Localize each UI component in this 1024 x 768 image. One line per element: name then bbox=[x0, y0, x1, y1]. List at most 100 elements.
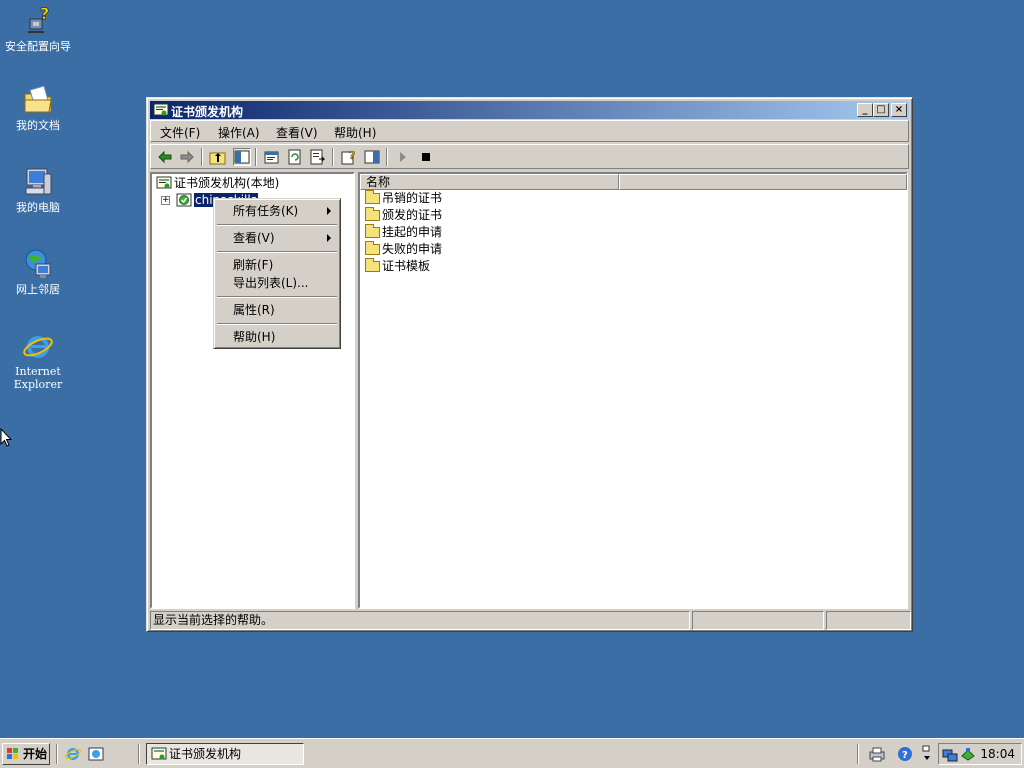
export-list-icon[interactable] bbox=[309, 148, 327, 166]
menu-item-label: 查看(V) bbox=[233, 231, 275, 245]
forward-icon[interactable] bbox=[178, 148, 196, 166]
quicklaunch-separator bbox=[138, 744, 140, 764]
desktop-icon-security-wizard[interactable]: ? 安全配置向导 bbox=[0, 4, 76, 53]
menu-item-label: 所有任务(K) bbox=[233, 204, 299, 218]
stop-service-icon[interactable] bbox=[417, 148, 435, 166]
refresh-icon[interactable] bbox=[286, 148, 304, 166]
desktop-icon-label: 我的文档 bbox=[16, 119, 60, 132]
status-text: 显示当前选择的帮助。 bbox=[150, 611, 690, 630]
desktop-icon-internet-explorer[interactable]: Internet Explorer bbox=[0, 330, 76, 391]
help-support-icon[interactable]: ? bbox=[896, 745, 914, 763]
minimize-icon: _ bbox=[862, 104, 868, 115]
printer-icon[interactable] bbox=[868, 745, 886, 763]
desktop-icon-label: Explorer bbox=[13, 378, 63, 391]
my-documents-icon bbox=[22, 84, 54, 116]
list-item[interactable]: 失败的申请 bbox=[365, 241, 442, 257]
certificate-authority-icon bbox=[156, 175, 172, 195]
folder-icon bbox=[365, 224, 380, 238]
menu-item-label: 帮助(H) bbox=[233, 330, 276, 344]
list-item[interactable]: 吊销的证书 bbox=[365, 190, 442, 206]
menu-action[interactable]: 操作(A) bbox=[218, 124, 260, 141]
desktop-icon-my-documents[interactable]: 我的文档 bbox=[0, 84, 76, 132]
taskbar-button-certificate-authority[interactable]: 证书颁发机构 bbox=[146, 743, 304, 765]
menu-item-refresh[interactable]: 刷新(F) bbox=[217, 256, 337, 274]
quicklaunch-separator bbox=[56, 744, 58, 764]
mouse-cursor-icon bbox=[0, 427, 13, 448]
window-title: 证书颁发机构 bbox=[171, 105, 244, 119]
tree-root-label: 证书颁发机构(本地) bbox=[174, 176, 280, 190]
status-cell-2 bbox=[692, 611, 824, 630]
svg-text:?: ? bbox=[40, 5, 49, 23]
menu-view[interactable]: 查看(V) bbox=[276, 124, 318, 141]
list-item[interactable]: 证书模板 bbox=[365, 258, 430, 274]
up-one-level-icon[interactable] bbox=[209, 148, 227, 166]
security-tray-icon[interactable] bbox=[960, 746, 976, 762]
menu-item-export-list[interactable]: 导出列表(L)... bbox=[217, 274, 337, 292]
menu-item-label: 刷新(F) bbox=[233, 258, 274, 272]
menu-separator bbox=[217, 296, 337, 298]
taskbar-button-label: 证书颁发机构 bbox=[169, 747, 242, 761]
back-icon[interactable] bbox=[156, 148, 174, 166]
desktop-icon-network-places[interactable]: 网上邻居 bbox=[0, 248, 76, 296]
network-connection-icon[interactable] bbox=[942, 746, 958, 762]
ca-server-icon bbox=[176, 192, 192, 212]
internet-explorer-icon bbox=[22, 330, 54, 362]
start-service-icon[interactable] bbox=[394, 148, 412, 166]
submenu-arrow-icon bbox=[327, 234, 331, 242]
result-list[interactable]: 名称 吊销的证书 颁发的证书 挂起的申请 失败的申请 证书模板 bbox=[358, 172, 908, 609]
menu-file[interactable]: 文件(F) bbox=[160, 124, 200, 141]
column-header-name[interactable]: 名称 bbox=[360, 174, 619, 190]
start-button[interactable]: 开始 bbox=[2, 743, 50, 765]
list-item[interactable]: 挂起的申请 bbox=[365, 224, 442, 240]
menu-item-properties[interactable]: 属性(R) bbox=[217, 301, 337, 319]
status-bar: 显示当前选择的帮助。 bbox=[150, 611, 911, 630]
column-header-blank[interactable] bbox=[619, 174, 907, 190]
network-places-icon bbox=[22, 248, 54, 280]
close-icon: × bbox=[894, 104, 904, 115]
menu-item-view[interactable]: 查看(V) bbox=[217, 229, 337, 247]
network-status-icon[interactable] bbox=[921, 744, 933, 764]
menu-separator bbox=[217, 224, 337, 226]
maximize-button[interactable]: □ bbox=[873, 103, 889, 117]
desktop-icon-my-computer[interactable]: 我的电脑 bbox=[0, 166, 76, 214]
desktop-icon-label: 安全配置向导 bbox=[5, 40, 71, 53]
desktop-icon-label: 我的电脑 bbox=[16, 201, 60, 214]
clock[interactable]: 18:04 bbox=[980, 747, 1015, 761]
menu-help[interactable]: 帮助(H) bbox=[334, 124, 376, 141]
tree-root-item[interactable]: 证书颁发机构(本地) bbox=[154, 175, 279, 191]
toolbar-separator bbox=[201, 148, 203, 166]
quicklaunch-explorer-icon[interactable] bbox=[88, 746, 104, 762]
list-item[interactable]: 颁发的证书 bbox=[365, 207, 442, 223]
context-menu: 所有任务(K) 查看(V) 刷新(F) 导出列表(L)... 属性(R) 帮助(… bbox=[213, 198, 341, 349]
window-titlebar[interactable]: 证书颁发机构 _ □ × bbox=[150, 101, 909, 119]
close-button[interactable]: × bbox=[891, 103, 907, 117]
desktop-icon-label: Internet bbox=[15, 365, 61, 378]
start-label: 开始 bbox=[23, 747, 48, 761]
action-pane-icon[interactable] bbox=[363, 148, 381, 166]
status-cell-3 bbox=[826, 611, 911, 630]
folder-icon bbox=[365, 258, 380, 272]
expand-icon[interactable]: + bbox=[161, 196, 170, 205]
folder-icon bbox=[365, 190, 380, 204]
menu-item-help[interactable]: 帮助(H) bbox=[217, 328, 337, 346]
help-icon[interactable]: ? bbox=[340, 148, 358, 166]
toolbar: ? bbox=[150, 144, 909, 169]
svg-text:?: ? bbox=[902, 750, 908, 761]
quicklaunch-ie-icon[interactable] bbox=[65, 746, 81, 762]
list-item-label: 吊销的证书 bbox=[382, 191, 443, 205]
list-item-label: 颁发的证书 bbox=[382, 208, 443, 222]
menu-separator bbox=[217, 323, 337, 325]
show-hide-console-tree-icon[interactable] bbox=[233, 148, 251, 166]
windows-logo-icon bbox=[6, 747, 20, 761]
minimize-button[interactable]: _ bbox=[857, 103, 873, 117]
submenu-arrow-icon bbox=[327, 207, 331, 215]
menu-bar: 文件(F) 操作(A) 查看(V) 帮助(H) bbox=[150, 120, 909, 142]
toolbar-separator bbox=[332, 148, 334, 166]
menu-item-all-tasks[interactable]: 所有任务(K) bbox=[217, 202, 337, 220]
menu-separator bbox=[217, 251, 337, 253]
certificate-authority-icon bbox=[153, 102, 169, 118]
list-item-label: 失败的申请 bbox=[382, 242, 443, 256]
properties-icon[interactable] bbox=[263, 148, 281, 166]
mmc-window: 证书颁发机构 _ □ × 文件(F) 操作(A) 查看(V) 帮助(H) ? 证… bbox=[146, 97, 913, 632]
list-item-label: 挂起的申请 bbox=[382, 225, 443, 239]
